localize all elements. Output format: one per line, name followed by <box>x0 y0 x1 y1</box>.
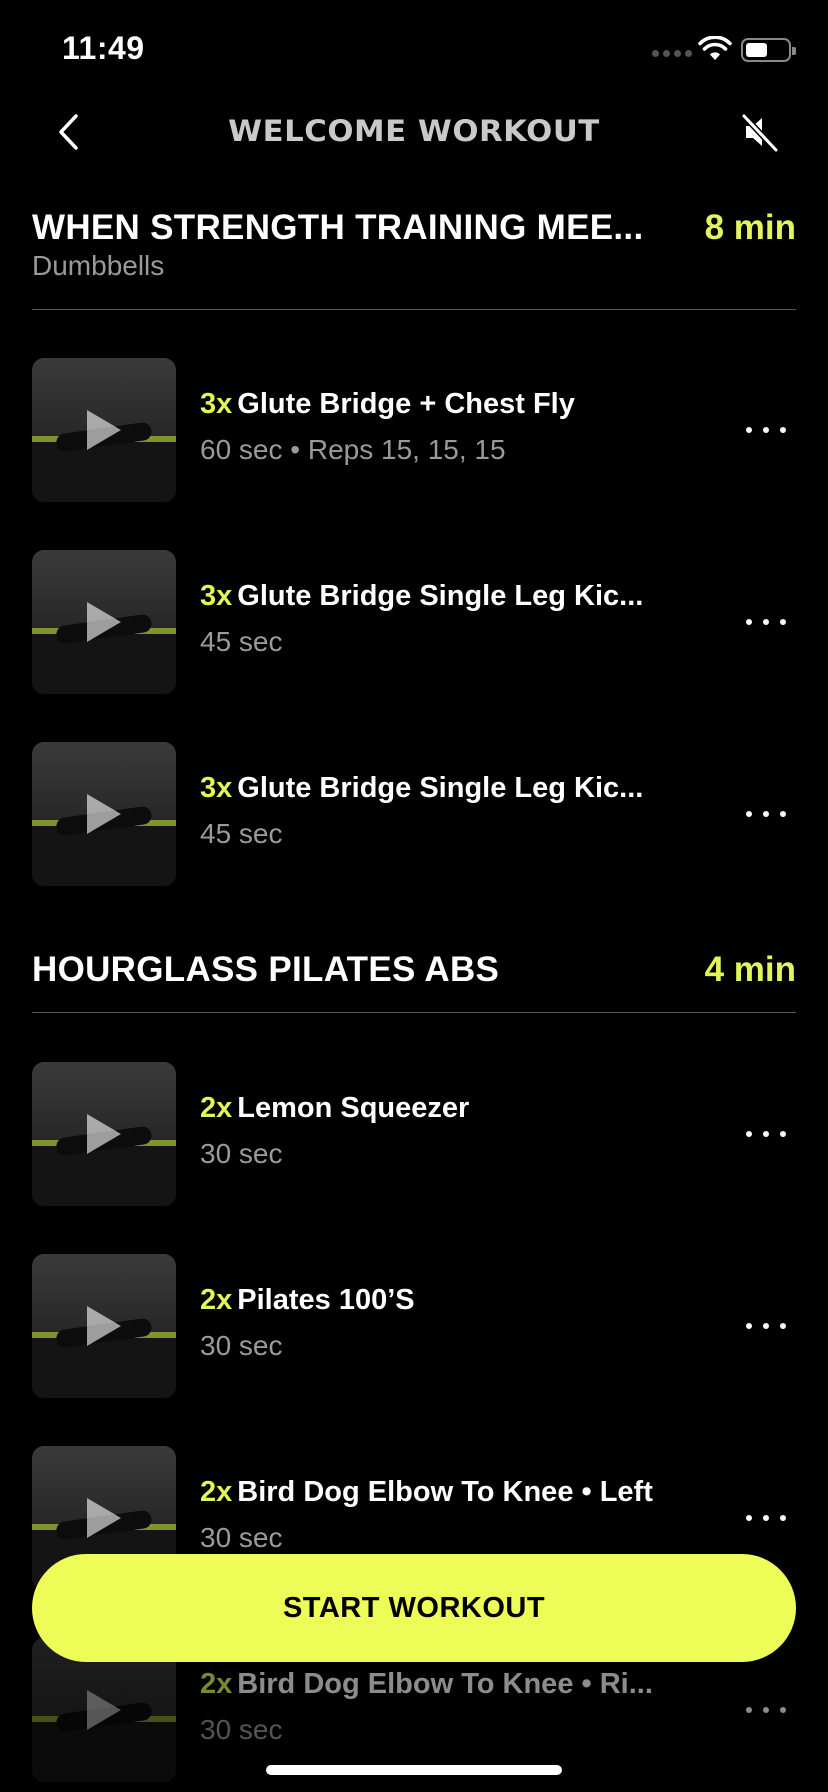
wifi-icon <box>698 36 732 60</box>
play-icon <box>87 1498 121 1538</box>
exercise-meta: 60 sec • Reps 15, 15, 15 <box>200 434 506 465</box>
exercise-meta: 45 sec <box>200 818 283 849</box>
play-icon <box>87 1114 121 1154</box>
exercise-sets: 2x <box>200 1668 233 1700</box>
exercise-thumbnail[interactable] <box>32 742 176 886</box>
home-indicator[interactable] <box>266 1765 562 1775</box>
exercise-sets: 2x <box>200 1092 233 1124</box>
speaker-muted-icon <box>741 113 779 152</box>
play-icon <box>87 1306 121 1346</box>
section-header: HOURGLASS PILATES ABS 4 min <box>32 950 796 1013</box>
nav-bar: WELCOME WORKOUT <box>0 100 828 166</box>
more-options-button[interactable] <box>746 418 786 442</box>
section-subtitle: Dumbbells <box>32 250 165 281</box>
more-options-button[interactable] <box>746 610 786 634</box>
more-options-button[interactable] <box>746 1314 786 1338</box>
section-duration: 8 min <box>704 208 796 247</box>
exercise-thumbnail[interactable] <box>32 550 176 694</box>
section-title: WHEN STRENGTH TRAINING MEE... <box>32 208 644 247</box>
play-icon <box>87 410 121 450</box>
exercise-name: Glute Bridge Single Leg Kic... <box>237 580 644 612</box>
more-options-button[interactable] <box>746 1506 786 1530</box>
exercise-name: Glute Bridge Single Leg Kic... <box>237 772 644 804</box>
exercise-row[interactable]: 3x Glute Bridge + Chest Fly 60 sec • Reps… <box>32 358 796 502</box>
status-bar: 11:49 <box>0 0 828 100</box>
section-header: WHEN STRENGTH TRAINING MEE... 8 min Dumb… <box>32 208 796 310</box>
section-title: HOURGLASS PILATES ABS <box>32 950 500 989</box>
exercise-name: Pilates 100’S <box>237 1284 415 1316</box>
exercise-meta: 30 sec <box>200 1330 283 1361</box>
start-workout-button[interactable]: START WORKOUT <box>32 1554 796 1662</box>
exercise-sets: 2x <box>200 1284 233 1316</box>
exercise-sets: 2x <box>200 1476 233 1508</box>
cellular-signal-icon <box>652 50 692 57</box>
exercise-meta: 30 sec <box>200 1138 283 1169</box>
exercise-sets: 3x <box>200 580 233 612</box>
exercise-name: Bird Dog Elbow To Knee • Left <box>237 1476 653 1508</box>
more-options-button[interactable] <box>746 802 786 826</box>
exercise-meta: 30 sec <box>200 1522 283 1553</box>
mute-button[interactable] <box>736 108 784 156</box>
play-icon <box>87 602 121 642</box>
exercise-thumbnail[interactable] <box>32 1062 176 1206</box>
exercise-sets: 3x <box>200 772 233 804</box>
exercise-row[interactable]: 3x Glute Bridge Single Leg Kic... 45 sec <box>32 742 796 886</box>
exercise-thumbnail[interactable] <box>32 358 176 502</box>
section-duration: 4 min <box>704 950 796 989</box>
exercise-name: Lemon Squeezer <box>237 1092 470 1124</box>
exercise-name: Bird Dog Elbow To Knee • Ri... <box>237 1668 653 1700</box>
exercise-sets: 3x <box>200 388 233 420</box>
exercise-name: Glute Bridge + Chest Fly <box>237 388 575 420</box>
battery-icon <box>741 38 796 62</box>
more-options-button[interactable] <box>746 1698 786 1722</box>
exercise-meta: 30 sec <box>200 1714 283 1745</box>
exercise-row[interactable]: 2x Pilates 100’S 30 sec <box>32 1254 796 1398</box>
exercise-meta: 45 sec <box>200 626 283 657</box>
exercise-row[interactable]: 3x Glute Bridge Single Leg Kic... 45 sec <box>32 550 796 694</box>
status-time: 11:49 <box>62 30 145 66</box>
exercise-thumbnail[interactable] <box>32 1254 176 1398</box>
page-title: WELCOME WORKOUT <box>228 114 600 148</box>
play-icon <box>87 1690 121 1730</box>
play-icon <box>87 794 121 834</box>
more-options-button[interactable] <box>746 1122 786 1146</box>
exercise-row[interactable]: 2x Lemon Squeezer 30 sec <box>32 1062 796 1206</box>
